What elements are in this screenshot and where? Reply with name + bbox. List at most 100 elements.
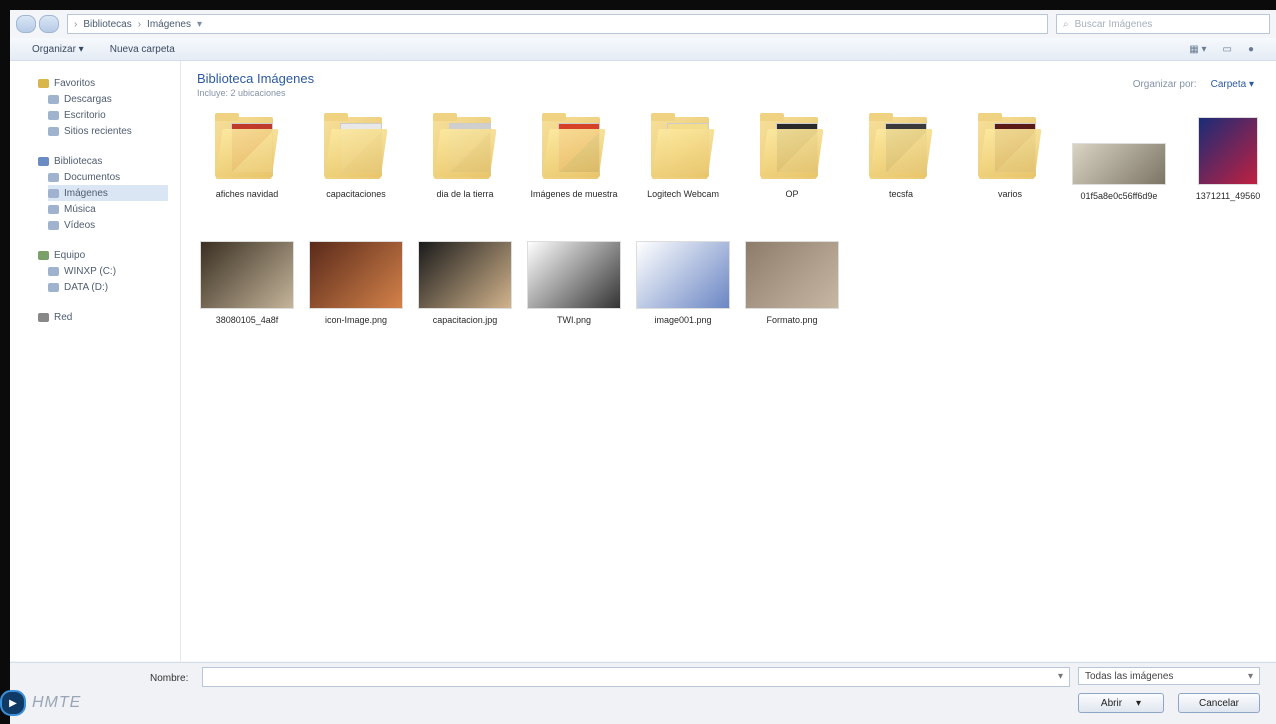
new-folder-button[interactable]: Nueva carpeta <box>110 44 175 55</box>
image-thumbnail <box>309 241 403 309</box>
sidebar-item[interactable]: WINXP (C:) <box>48 263 168 279</box>
sidebar-item-label: Documentos <box>64 171 121 183</box>
folder-icon <box>976 113 1044 183</box>
image-thumbnail <box>418 241 512 309</box>
item-label: Imágenes de muestra <box>530 189 618 199</box>
sidebar-item[interactable]: DATA (D:) <box>48 279 168 295</box>
breadcrumb-item[interactable]: Bibliotecas <box>83 19 131 30</box>
item-icon <box>48 204 59 214</box>
search-input[interactable]: ⌕ Buscar Imágenes <box>1056 14 1270 34</box>
breadcrumb-chevron-icon: › <box>137 18 142 30</box>
open-label: Abrir <box>1100 697 1123 709</box>
folder-item[interactable]: Imágenes de muestra <box>522 113 626 200</box>
sidebar-item[interactable]: Sitios recientes <box>48 123 168 139</box>
folder-item[interactable]: varios <box>958 113 1062 200</box>
library-header: Biblioteca Imágenes Incluye: 2 ubicacion… <box>197 71 314 98</box>
folder-icon <box>540 113 608 183</box>
group-icon <box>38 78 49 88</box>
filetype-select[interactable]: Todas las imágenes ▾ <box>1078 667 1260 685</box>
folder-item[interactable]: capacitaciones <box>304 113 408 200</box>
file-dialog: › Bibliotecas › Imágenes ▾ ⌕ Buscar Imág… <box>10 10 1276 724</box>
folder-item[interactable]: OP <box>740 113 844 200</box>
dialog-footer: Nombre: ▾ Todas las imágenes ▾ Abrir ▾ C… <box>10 662 1276 724</box>
chevron-down-icon[interactable]: ▾ <box>1058 671 1063 682</box>
image-thumbnail <box>527 241 621 309</box>
folder-icon <box>867 113 935 183</box>
sidebar-group-label: Red <box>54 311 73 323</box>
chevron-down-icon: ▾ <box>1136 697 1142 709</box>
organize-button[interactable]: Organizar ▾ <box>32 44 84 55</box>
breadcrumb-chevron-icon: › <box>74 18 78 30</box>
folder-icon <box>322 113 390 183</box>
item-icon <box>48 282 59 292</box>
search-placeholder: Buscar Imágenes <box>1074 18 1153 30</box>
sidebar-item[interactable]: Descargas <box>48 91 168 107</box>
back-button[interactable] <box>16 15 36 33</box>
item-label: 1371211_49560 <box>1195 191 1261 201</box>
sidebar-item-label: Música <box>64 203 96 215</box>
item-label: tecsfa <box>888 189 913 199</box>
sidebar-item[interactable]: Imágenes <box>48 185 168 201</box>
forward-button[interactable] <box>39 15 59 33</box>
command-bar: Organizar ▾ Nueva carpeta ▦ ▾ ▭ ● <box>10 38 1276 61</box>
image-thumbnail <box>200 241 294 309</box>
sidebar-item[interactable]: Documentos <box>48 169 168 185</box>
open-button[interactable]: Abrir ▾ <box>1078 693 1164 713</box>
filename-field[interactable]: ▾ <box>202 667 1070 687</box>
sidebar-group[interactable]: Favoritos <box>38 75 95 91</box>
image-item[interactable]: 38080105_4a8f <box>195 237 299 326</box>
item-label: image001.png <box>654 315 712 325</box>
breadcrumb[interactable]: › Bibliotecas › Imágenes ▾ <box>67 14 1048 34</box>
folder-item[interactable]: Logitech Webcam <box>631 113 735 200</box>
sidebar-item[interactable]: Vídeos <box>48 217 168 233</box>
view-options-icon[interactable]: ▦ ▾ <box>1189 44 1206 55</box>
sidebar-item[interactable]: Música <box>48 201 168 217</box>
image-item[interactable]: 01f5a8e0c56ff6d9e <box>1067 113 1171 202</box>
library-title: Biblioteca Imágenes <box>197 71 315 86</box>
play-icon: ▶ <box>0 690 26 716</box>
item-label: capacitaciones <box>326 189 386 199</box>
image-item[interactable]: Formato.png <box>740 237 844 326</box>
item-label: icon-Image.png <box>324 315 388 325</box>
folder-item[interactable]: tecsfa <box>849 113 953 200</box>
chevron-down-icon[interactable]: ▾ <box>197 19 202 30</box>
image-item[interactable]: 1371211_49560 <box>1176 113 1276 202</box>
breadcrumb-item[interactable]: Imágenes <box>147 19 191 30</box>
sidebar-group[interactable]: Equipo <box>38 247 85 263</box>
image-item[interactable]: icon-Image.png <box>304 237 408 326</box>
sidebar-group-label: Favoritos <box>54 77 96 89</box>
watermark-logo: ▶ HMTE <box>0 690 81 716</box>
item-label: TWI.png <box>556 315 591 325</box>
item-label: 01f5a8e0c56ff6d9e <box>1080 191 1158 201</box>
item-icon <box>48 172 59 182</box>
folder-icon <box>758 113 826 183</box>
sidebar-group[interactable]: Red <box>38 309 72 325</box>
item-label: OP <box>785 189 799 199</box>
chevron-down-icon: ▾ <box>1247 670 1253 682</box>
sidebar-item-label: Vídeos <box>64 219 96 231</box>
folder-item[interactable]: afiches navidad <box>195 113 299 200</box>
preview-pane-icon[interactable]: ▭ <box>1223 44 1232 55</box>
item-icon <box>48 188 59 198</box>
group-icon <box>38 156 49 166</box>
image-item[interactable]: image001.png <box>631 237 735 326</box>
sidebar-item[interactable]: Escritorio <box>48 107 168 123</box>
library-subtitle[interactable]: Incluye: 2 ubicaciones <box>197 88 314 98</box>
sidebar-item-label: DATA (D:) <box>64 281 109 293</box>
item-label: capacitacion.jpg <box>432 315 498 325</box>
item-icon <box>48 220 59 230</box>
image-thumbnail <box>1198 117 1258 185</box>
sidebar-item-label: Sitios recientes <box>64 125 132 137</box>
nav-buttons <box>16 15 59 33</box>
image-item[interactable]: TWI.png <box>522 237 626 326</box>
folder-item[interactable]: dia de la tierra <box>413 113 517 200</box>
sidebar-group[interactable]: Bibliotecas <box>38 153 102 169</box>
image-thumbnail <box>1072 143 1166 185</box>
image-item[interactable]: capacitacion.jpg <box>413 237 517 326</box>
group-icon <box>38 250 49 260</box>
item-label: Logitech Webcam <box>647 189 719 199</box>
cancel-button[interactable]: Cancelar <box>1178 693 1260 713</box>
arrange-dropdown[interactable]: Carpeta ▾ <box>1211 79 1254 90</box>
logo-text: HMTE <box>32 694 82 711</box>
help-icon[interactable]: ● <box>1248 44 1254 55</box>
